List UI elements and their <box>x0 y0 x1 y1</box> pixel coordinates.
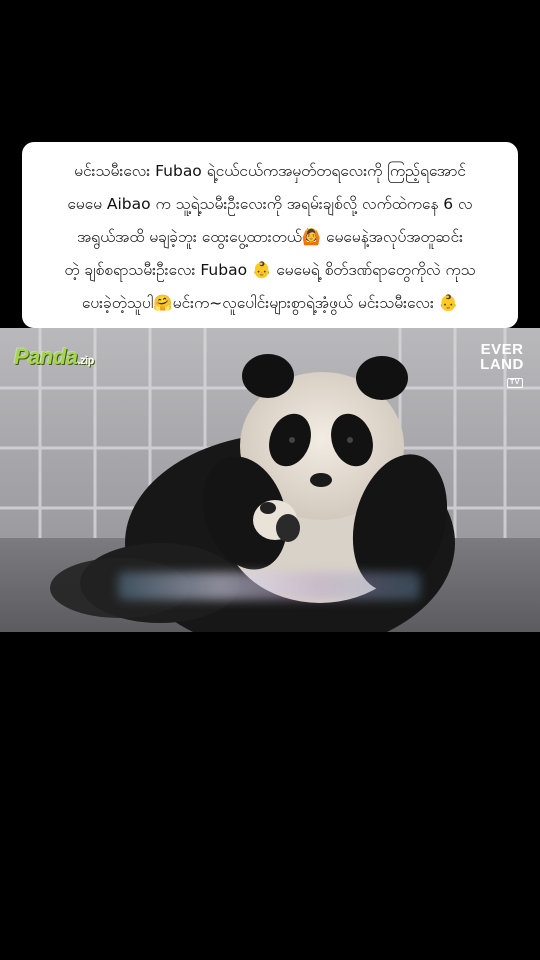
video-frame[interactable]: Panda.zip EVER LAND TV <box>0 328 540 632</box>
panda-zip-logo: Panda.zip <box>14 344 94 370</box>
caption-line-1: မင်းသမီးလေး Fubao ရဲ့ငယ်ငယ်ကအမှတ်တရလေးကိ… <box>74 162 466 180</box>
caption-line-2: မေမေ Aibao က သူ့ရဲ့သမီးဦးလေးကို အရမ်းချစ… <box>67 195 473 213</box>
everland-logo-top: EVER <box>480 341 524 358</box>
caption-line-4: တဲ့ ချစ်စရာသမီးဦးလေး Fubao 👶 မေမေရဲ့ စိတ… <box>64 261 476 279</box>
panda-logo-suffix: .zip <box>77 355 95 367</box>
caption-card: မင်းသမီးလေး Fubao ရဲ့ငယ်ငယ်ကအမှတ်တရလေးကိ… <box>22 142 518 328</box>
everland-tv-logo: EVER LAND TV <box>480 342 524 388</box>
everland-logo-tv: TV <box>507 378 523 388</box>
caption-line-5: ပေးခဲ့တဲ့သူပါ🤗မင်းက~လူပေါင်းများစွာရဲ့အံ… <box>81 294 459 312</box>
panda-logo-text: Panda <box>14 344 78 369</box>
everland-logo-bottom: LAND <box>480 356 524 373</box>
blurred-subtitle <box>118 572 420 600</box>
caption-line-3: အရွယ်အထိ မချခဲ့ဘူး ထွေးပွေ့ထားတယ်🙆 မေမေန… <box>76 228 464 246</box>
